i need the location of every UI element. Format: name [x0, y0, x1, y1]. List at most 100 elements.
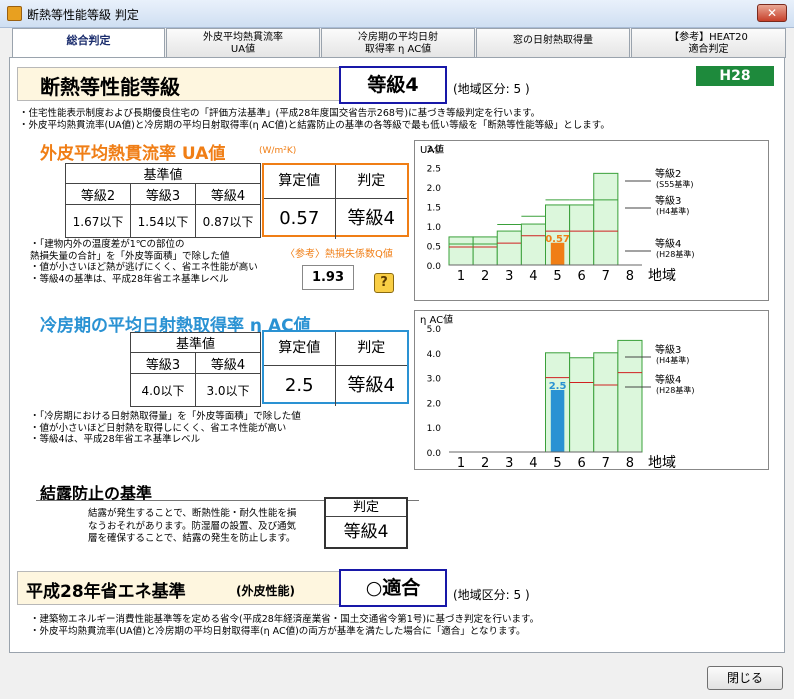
tab-label-line1: 【参考】HEAT20	[669, 32, 748, 43]
note-line: ・「冷房期における日射熱取得量」を「外皮等面積」で除した値	[30, 411, 301, 422]
x-tick-label: 2	[481, 269, 489, 284]
tab-label: 窓の日射熱取得量	[513, 35, 593, 46]
note-line: ・等級4の基準は、平成28年省エネ基準レベル	[30, 273, 229, 285]
energy-note-2: ・外皮平均熱貫流率(UA値)と冷房期の平均日射取得率(η AC値)の両方が基準を…	[30, 626, 526, 637]
annotation-label: 等級3	[655, 343, 681, 356]
ua-criteria-table: 基準値 等級2 等級3 等級4 1.67以下 1.54以下 0.87以下	[65, 163, 261, 238]
limit-bar	[496, 230, 522, 266]
x-tick-label: 1	[457, 456, 465, 471]
limit-bar	[448, 236, 474, 266]
window-title: 断熱等性能等級 判定	[27, 8, 139, 22]
tab-label: 総合判定	[66, 34, 111, 47]
x-tick-label: 4	[529, 456, 537, 471]
annotation-label: 等級2	[655, 167, 681, 180]
energy-title: 平成28年省エネ基準	[26, 582, 186, 602]
limit-bar	[569, 357, 595, 453]
y-tick-label: 4.0	[427, 350, 442, 360]
ref-q-value: 1.93	[302, 265, 354, 290]
eta-judge-value: 等級4	[347, 375, 395, 396]
energy-subtitle: (外皮性能)	[236, 584, 295, 598]
x-tick-label: 7	[602, 456, 610, 471]
condensation-judge-value: 等級4	[343, 522, 389, 542]
condensation-text: 結露が発生することで、断熱性能・耐久性能を損 なうおそれがあります。防湿層の設置…	[88, 508, 296, 546]
ref-q-label: 〈参考〉熱損失係数Q値	[285, 249, 393, 260]
summary-title: 断熱等性能等級	[40, 75, 180, 99]
summary-note-2: ・外皮平均熱貫流率(UA値)と冷房期の平均日射取得率(η AC値)と結露防止の基…	[19, 120, 610, 131]
annotation-sublabel: (S55基準)	[656, 179, 694, 189]
x-axis-label: 地域	[648, 268, 676, 284]
annotation-label: 等級3	[655, 194, 681, 207]
judge-label: 判定	[335, 332, 407, 366]
grade-label: 等級4	[195, 352, 261, 374]
summary-region: (地域区分: 5 )	[453, 82, 530, 96]
close-button[interactable]: 閉じる	[707, 666, 783, 690]
current-value-bar	[550, 390, 565, 452]
app-icon	[7, 6, 22, 21]
y-tick-label: 0.0	[427, 449, 442, 459]
tab-label-line1: 冷房期の平均日射	[358, 32, 438, 43]
condensation-result-box: 判定 等級4	[324, 497, 408, 549]
annotation-sublabel: (H4基準)	[656, 206, 689, 216]
annotation-sublabel: (H28基準)	[656, 249, 694, 259]
limit-bar	[520, 223, 546, 266]
window-close-button[interactable]: ✕	[757, 4, 787, 22]
tab-ua[interactable]: 外皮平均熱貫流率 UA値	[166, 28, 320, 58]
current-value-label: 0.57	[545, 234, 570, 245]
current-value-bar	[550, 242, 565, 265]
tab-overall[interactable]: 総合判定	[12, 28, 165, 58]
y-tick-label: 2.0	[427, 184, 442, 194]
annotation-label: 等級4	[655, 373, 681, 386]
tab-label-line1: 外皮平均熱貫流率	[203, 32, 283, 43]
eta-criteria-table: 基準値 等級3 等級4 4.0以下 3.0以下	[130, 332, 261, 407]
tab-eta[interactable]: 冷房期の平均日射 取得率 η AC値	[321, 28, 475, 58]
x-tick-label: 4	[529, 269, 537, 284]
eta-calc-value: 2.5	[264, 366, 336, 406]
tab-bar: 総合判定 外皮平均熱貫流率 UA値 冷房期の平均日射 取得率 η AC値 窓の日射熱…	[12, 28, 786, 58]
y-tick-label: 3.0	[427, 145, 442, 155]
x-tick-label: 1	[457, 269, 465, 284]
x-tick-label: 5	[553, 456, 561, 471]
tab-window-solar[interactable]: 窓の日射熱取得量	[476, 28, 630, 58]
help-button[interactable]: ?	[374, 273, 394, 293]
summary-note-1: ・住宅性能表示制度および長期優良住宅の「評価方法基準」(平成28年度国交省告示2…	[19, 108, 541, 119]
x-tick-label: 5	[553, 269, 561, 284]
energy-result: ○適合	[339, 569, 447, 607]
y-tick-label: 3.0	[427, 375, 442, 385]
x-axis-label: 地域	[648, 455, 676, 471]
ua-unit: (W/m²K)	[259, 146, 297, 156]
y-tick-label: 2.0	[427, 399, 442, 409]
limit-bar	[472, 236, 498, 266]
tab-label-line2: 取得率 η AC値	[364, 44, 432, 55]
criteria-header: 基準値	[130, 332, 261, 353]
criteria-header: 基準値	[65, 163, 261, 184]
y-tick-label: 5.0	[427, 325, 442, 335]
judge-label: 判定	[335, 165, 407, 199]
ua-result-box: 算定値 判定 0.57 等級4	[262, 163, 409, 239]
tab-label-line2: 適合判定	[688, 44, 729, 55]
limit-bar	[593, 172, 619, 266]
grade-value: 1.54以下	[130, 204, 196, 238]
tab-heat20[interactable]: 【参考】HEAT20 適合判定	[631, 28, 786, 58]
eta-chart: η AC値 0.0 1.0 2.0 3.0 4.0 5.0 1 2 3 4 5 6 7 8 2.5 地域 等級3(…	[414, 310, 769, 471]
note-line: ・等級4は、平成28年省エネ基準レベル	[30, 434, 201, 445]
grade-value: 3.0以下	[195, 373, 261, 407]
y-tick-label: 1.0	[427, 223, 442, 233]
note-line: ・値が小さいほど熱が逃げにくく、省エネ性能が高い	[30, 262, 258, 273]
h28-badge: H28	[696, 66, 774, 86]
y-tick-label: 1.5	[427, 204, 441, 214]
y-tick-label: 0.5	[427, 243, 441, 253]
judge-label: 判定	[326, 499, 406, 517]
ua-calc-value: 0.57	[264, 199, 336, 239]
note-line: 熱損失量の合計」を「外皮等面積」で除した値	[30, 250, 230, 262]
limit-bar	[569, 204, 595, 266]
ua-chart-svg: UA値0.00.51.01.52.02.53.01 2 3 4 5 6 7 80.57地域等級…	[420, 143, 694, 284]
calc-label: 算定値	[264, 165, 336, 199]
text-line: 結露が発生することで、断熱性能・耐久性能を損	[88, 508, 297, 519]
grade-label: 等級3	[130, 183, 196, 205]
text-line: 層を確保することで、結露の発生を防止します。	[88, 533, 296, 544]
energy-note-1: ・建築物エネルギー消費性能基準等を定める省令(平成28年経済産業省・国土交通省令…	[30, 614, 540, 625]
x-tick-label: 7	[602, 269, 610, 284]
x-tick-label: 8	[626, 456, 634, 471]
x-tick-label: 6	[578, 456, 586, 471]
y-tick-label: 1.0	[427, 424, 442, 434]
